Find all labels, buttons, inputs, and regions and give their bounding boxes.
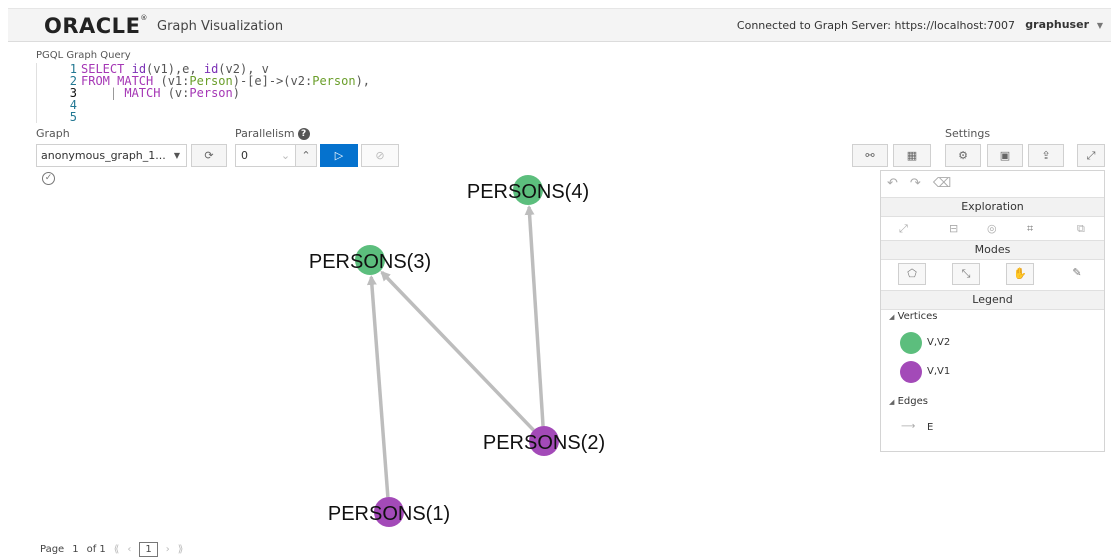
save-button[interactable]: ▣ [987,144,1023,167]
user-menu[interactable]: graphuser [1025,18,1089,31]
ungroup-icon[interactable]: ⧉ [1077,222,1085,236]
settings-button[interactable]: ⚙ [945,144,981,167]
legend-dot-v-v2 [900,332,922,354]
last-page-icon[interactable]: ⟫ [178,544,184,555]
collapse-icon[interactable]: ⊟ [949,222,958,235]
page-number-input[interactable]: 1 [139,542,158,557]
graph-edge-n2-n4[interactable] [524,204,545,427]
table-view-button[interactable]: ▦ [893,144,931,167]
edges-tree-toggle[interactable]: ◢ Edges [889,396,928,407]
exploration-header: Exploration [881,197,1104,217]
select-mode-button[interactable]: ⬠ [898,263,926,285]
fit-mode-button[interactable]: ⤡ [952,263,980,285]
save-icon: ▣ [999,149,1011,162]
edit-icon: ✎ [1072,266,1082,279]
modes-header: Modes [881,240,1104,260]
pan-mode-button[interactable]: ✋ [1006,263,1034,285]
caret-expanded-icon: ◢ [889,313,895,321]
graph-canvas[interactable]: PERSONS(4) PERSONS(3) PERSONS(2) PERSONS(1) [0,0,880,540]
page-of: of 1 [86,544,106,555]
eraser-icon[interactable]: ⌫ [933,176,951,191]
page-label: Page [40,544,65,555]
redo-icon[interactable]: ↷ [910,176,921,191]
gear-icon: ⚙ [958,149,968,162]
undo-icon[interactable]: ↶ [887,176,898,191]
expand-icon: ⤢ [1086,149,1096,162]
group-icon[interactable]: ⌗ [1027,222,1033,236]
edges-label: Edges [897,396,928,407]
graph-edge-n1-n3[interactable] [366,274,390,498]
graph-node-label: PERSONS(1) [328,503,450,525]
side-panel: ↶ ↷ ⌫ Exploration ⤢ ⊟ ◎ ⌗ ⧉ Modes ⬠ ⤡ ✋ ✎ … [880,170,1105,452]
graph-edge-n2-n3[interactable] [380,270,535,432]
fullscreen-button[interactable]: ⤢ [1077,144,1105,167]
edge-arrow-icon: ⟶ [901,421,916,432]
vertices-tree-toggle[interactable]: ◢ Vertices [889,311,937,322]
graph-node-label: PERSONS(2) [483,432,605,454]
legend-label-e: E [927,422,934,433]
legend-label-v-v1: V,V1 [927,366,951,377]
page-current: 1 [72,544,79,555]
table-icon: ▦ [906,149,918,162]
upload-icon: ⇪ [1041,149,1051,162]
legend-header: Legend [881,290,1104,310]
legend-label-v-v2: V,V2 [927,337,951,348]
history-toolbar: ↶ ↷ ⌫ [887,176,963,191]
hand-icon: ✋ [1013,267,1027,280]
prev-page-icon[interactable]: ‹ [127,544,131,555]
next-page-icon[interactable]: › [166,544,170,555]
caret-expanded-icon: ◢ [889,398,895,406]
compress-icon: ⤡ [961,267,971,280]
edit-mode-button[interactable]: ✎ [1063,263,1091,285]
focus-icon[interactable]: ◎ [987,222,997,235]
settings-label: Settings [945,127,991,140]
caret-down-icon[interactable]: ▼ [1097,21,1103,30]
graph-node-label: PERSONS(4) [467,181,589,203]
vertices-label: Vertices [897,311,938,322]
expand-icon[interactable]: ⤢ [899,222,908,236]
graph-node-label: PERSONS(3) [309,251,431,273]
pointer-icon: ⬠ [907,267,917,280]
legend-dot-v-v1 [900,361,922,383]
first-page-icon[interactable]: ⟪ [114,544,120,555]
export-button[interactable]: ⇪ [1028,144,1064,167]
pagination: Page 1 of 1 ⟪ ‹ 1 › ⟫ [40,542,191,557]
